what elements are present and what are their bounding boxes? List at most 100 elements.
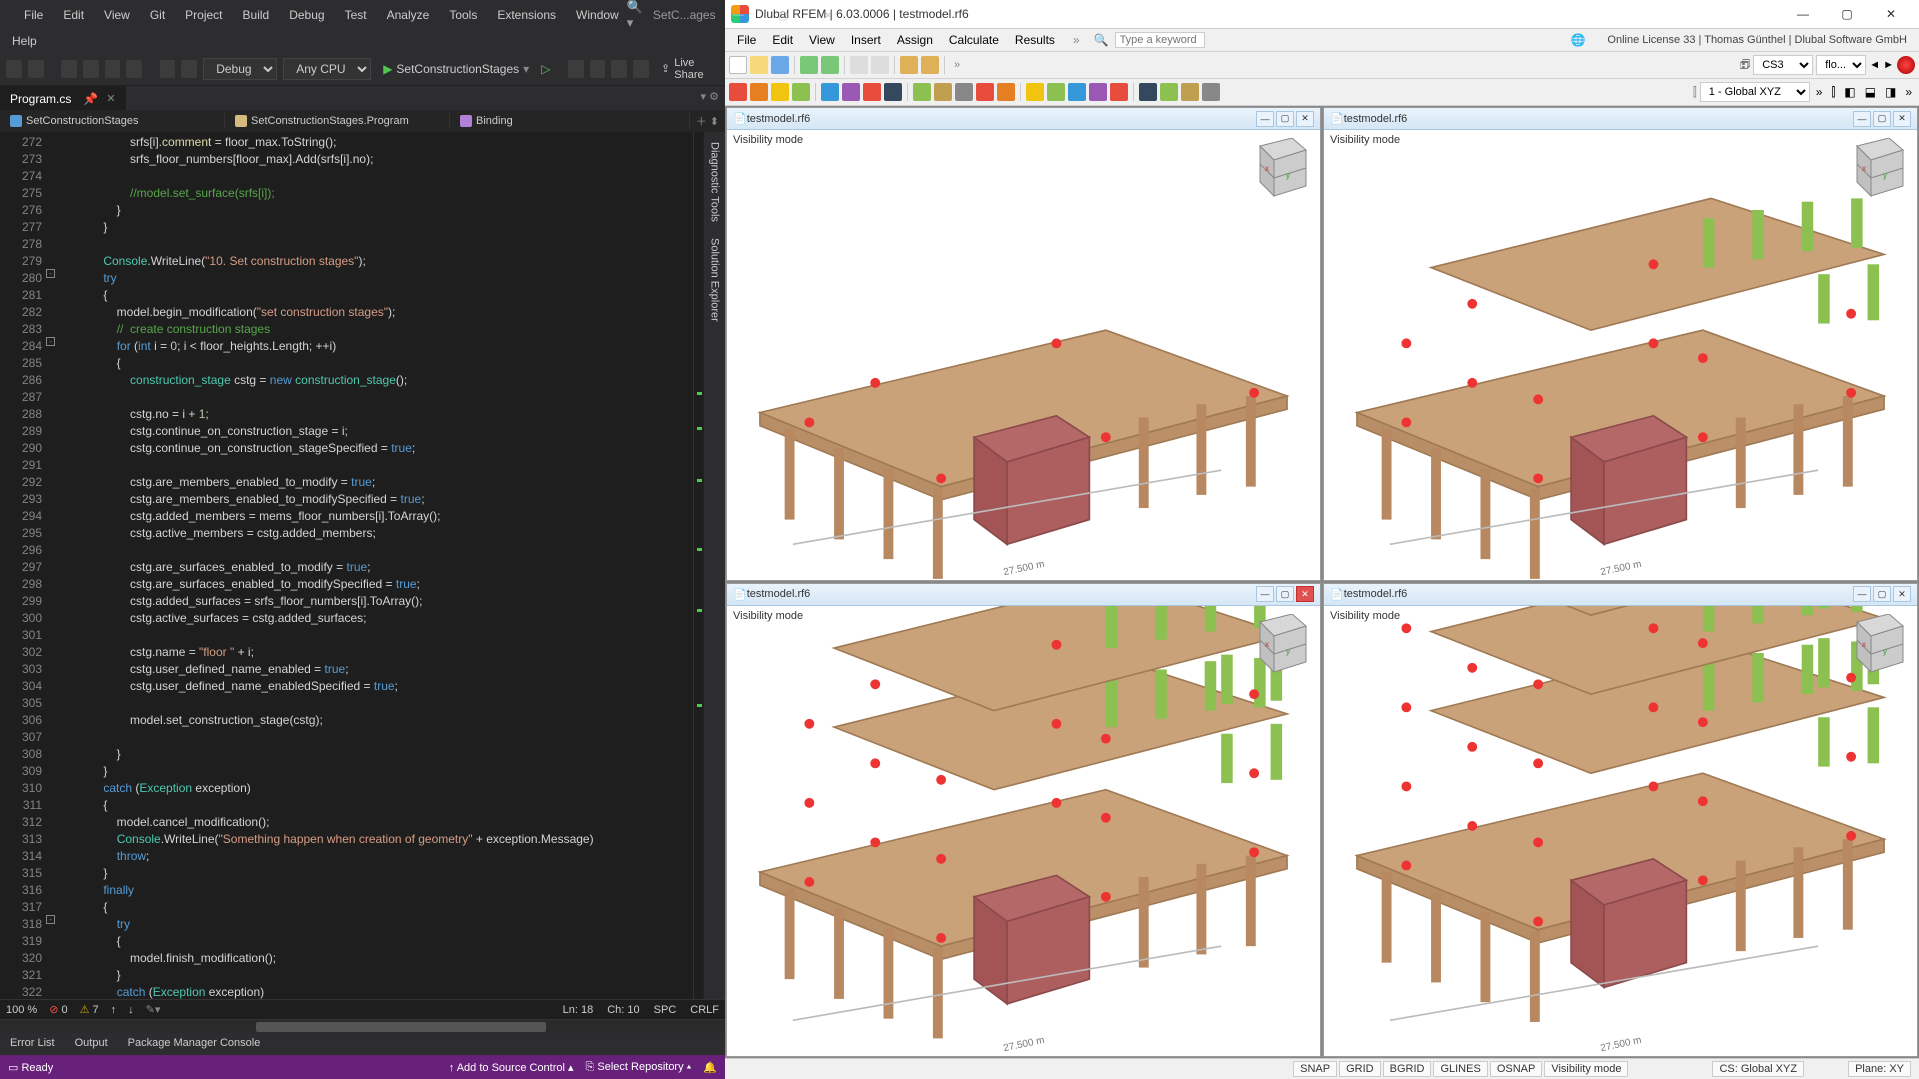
model-3d[interactable] — [1324, 130, 1917, 580]
tab-diagnostic-tools[interactable]: Diagnostic Tools — [709, 142, 721, 222]
undo-icon[interactable] — [160, 60, 176, 78]
viewport-3[interactable]: 📄 testmodel.rf6—▢✕Visibility mode27.500 … — [726, 583, 1321, 1057]
next-stage-icon[interactable]: ► — [1883, 59, 1894, 71]
close-button[interactable]: ✕ — [1869, 0, 1913, 28]
tool-icon-14[interactable] — [1047, 83, 1065, 101]
viewport-maximize-icon[interactable]: ▢ — [1873, 586, 1891, 602]
platform-select[interactable]: Any CPU — [283, 58, 371, 80]
keyword-search-input[interactable] — [1115, 32, 1205, 48]
viewport-canvas[interactable]: Visibility mode27.500 m — [727, 606, 1320, 1056]
menu-tools[interactable]: Tools — [441, 4, 485, 26]
nav-cube-icon[interactable] — [1242, 138, 1310, 206]
tool-icon-11[interactable] — [976, 83, 994, 101]
tb2-extra-4[interactable]: ◨ — [1882, 85, 1899, 99]
menu-extensions[interactable]: Extensions — [489, 4, 564, 26]
menu-window[interactable]: Window — [568, 4, 627, 26]
open-icon[interactable] — [750, 56, 768, 74]
tool-icon-4[interactable] — [821, 83, 839, 101]
nav-down-icon[interactable]: ↓ — [128, 1004, 134, 1016]
tool-icon-13[interactable] — [1026, 83, 1044, 101]
start-debug-button[interactable]: ▶SetConstructionStages▾ — [377, 60, 535, 78]
cs-list-icon[interactable]: 🗊 — [1740, 56, 1750, 75]
maximize-button[interactable]: ▢ — [1825, 0, 1869, 28]
tool-icon-1[interactable] — [750, 83, 768, 101]
menu-project[interactable]: Project — [177, 4, 230, 26]
viewport-2[interactable]: 📄 testmodel.rf6—▢✕Visibility mode27.500 … — [1323, 107, 1918, 581]
maximize-button[interactable]: ▢ — [761, 0, 806, 30]
nav-project[interactable]: SetConstructionStages — [0, 113, 225, 129]
model-3d[interactable] — [727, 130, 1320, 580]
menu-edit[interactable]: Edit — [764, 31, 801, 49]
menu-overflow-icon[interactable]: » — [1065, 33, 1088, 47]
viewport-close-icon[interactable]: ✕ — [1296, 111, 1314, 127]
tb2-extra-2[interactable]: ◧ — [1841, 85, 1858, 99]
open-icon[interactable] — [83, 60, 99, 78]
tool-icon-9[interactable] — [934, 83, 952, 101]
viewport-canvas[interactable]: Visibility mode27.500 m — [1324, 606, 1917, 1056]
tool-icon-6[interactable] — [863, 83, 881, 101]
tb2-extra-1[interactable]: ⫿ — [1828, 85, 1838, 100]
nav-cube-icon[interactable] — [1242, 614, 1310, 682]
redo-icon[interactable] — [821, 56, 839, 74]
tool-icon-16[interactable] — [1089, 83, 1107, 101]
line-endings[interactable]: CRLF — [690, 1004, 719, 1016]
viewport-close-icon[interactable]: ✕ — [1296, 586, 1314, 602]
minimize-button[interactable]: — — [716, 0, 761, 30]
start-nodebug-icon[interactable]: ▷ — [541, 62, 550, 76]
tb-icon-d[interactable] — [633, 60, 649, 78]
calc-icon[interactable] — [900, 56, 918, 74]
select-repository[interactable]: ⎘ Select Repository ▴ — [586, 1061, 692, 1074]
tool-icon-0[interactable] — [729, 83, 747, 101]
status-osnap[interactable]: OSNAP — [1490, 1061, 1543, 1077]
nav-fwd-icon[interactable] — [28, 60, 44, 78]
status-glines[interactable]: GLINES — [1433, 1061, 1487, 1077]
tool-icon-8[interactable] — [913, 83, 931, 101]
tb-icon-a[interactable] — [568, 60, 584, 78]
close-button[interactable]: ✕ — [806, 0, 851, 30]
bottom-tab-error-list[interactable]: Error List — [0, 1033, 65, 1055]
print-icon[interactable] — [850, 56, 868, 74]
tool-icon-18[interactable] — [1139, 83, 1157, 101]
redo-icon[interactable] — [181, 60, 197, 78]
add-source-control[interactable]: ↑ Add to Source Control ▴ — [449, 1061, 574, 1074]
menu-view[interactable]: View — [801, 31, 843, 49]
results-icon[interactable] — [921, 56, 939, 74]
minimize-button[interactable]: — — [1781, 0, 1825, 28]
live-share-button[interactable]: ⇪Live Share — [661, 57, 719, 81]
notifications-icon[interactable]: 🔔 — [703, 1061, 717, 1074]
nav-cube-icon[interactable] — [1839, 138, 1907, 206]
brush-icon[interactable]: ✎▾ — [146, 1003, 161, 1016]
viewport-canvas[interactable]: Visibility mode27.500 m — [1324, 130, 1917, 580]
menu-debug[interactable]: Debug — [281, 4, 332, 26]
new-icon[interactable] — [729, 56, 747, 74]
tb-icon-c[interactable] — [611, 60, 627, 78]
save-icon[interactable] — [771, 56, 789, 74]
viewport-minimize-icon[interactable]: — — [1256, 111, 1274, 127]
fold-toggle-icon[interactable]: - — [46, 915, 55, 924]
menu-help[interactable]: Help — [0, 30, 725, 52]
doc-tab-program[interactable]: Program.cs 📌 ✕ — [0, 86, 126, 110]
viewport-maximize-icon[interactable]: ▢ — [1276, 111, 1294, 127]
nav-class[interactable]: SetConstructionStages.Program — [225, 113, 450, 129]
menu-edit[interactable]: Edit — [55, 4, 92, 26]
code-area[interactable]: srfs[i].comment = floor_max.ToString(); … — [70, 132, 693, 999]
viewport-minimize-icon[interactable]: — — [1853, 586, 1871, 602]
tab-solution-explorer[interactable]: Solution Explorer — [709, 238, 721, 322]
status-bgrid[interactable]: BGRID — [1383, 1061, 1432, 1077]
viewport-maximize-icon[interactable]: ▢ — [1276, 586, 1294, 602]
tb-icon-b[interactable] — [590, 60, 606, 78]
flo-select[interactable]: flo... — [1816, 55, 1866, 75]
status-grid[interactable]: GRID — [1339, 1061, 1381, 1077]
fold-toggle-icon[interactable]: - — [46, 269, 55, 278]
tool-icon-20[interactable] — [1181, 83, 1199, 101]
menu-file[interactable]: File — [16, 4, 51, 26]
global-cs-select[interactable]: 1 - Global XYZ — [1700, 82, 1810, 102]
fold-toggle-icon[interactable]: - — [46, 337, 55, 346]
tool-icon-5[interactable] — [842, 83, 860, 101]
viewport-maximize-icon[interactable]: ▢ — [1873, 111, 1891, 127]
new-project-icon[interactable] — [61, 60, 77, 78]
tb2-extra-0[interactable]: » — [1813, 85, 1826, 99]
nav-cube-icon[interactable] — [1839, 614, 1907, 682]
status-snap[interactable]: SNAP — [1293, 1061, 1337, 1077]
tool-icon-10[interactable] — [955, 83, 973, 101]
